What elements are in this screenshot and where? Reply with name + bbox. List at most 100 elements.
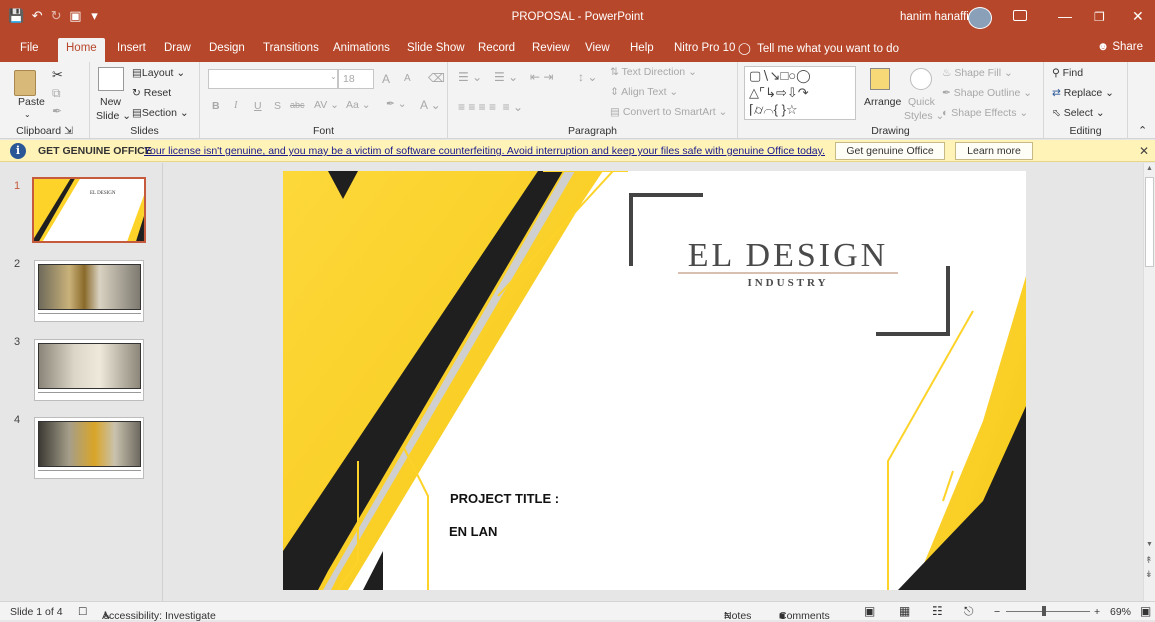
project-title-text[interactable]: PROJECT TITLE :	[450, 491, 559, 506]
italic-button[interactable]: I	[234, 100, 238, 111]
find-button[interactable]: ⚲ Find	[1052, 67, 1083, 79]
change-case-button[interactable]: Aa ⌄	[346, 99, 371, 111]
thumbnail-slide-1[interactable]: EL DESIGN	[32, 177, 146, 243]
indent-icons[interactable]: ⇤ ⇥	[530, 70, 553, 84]
font-name-dropdown-icon[interactable]: ⌄	[330, 72, 337, 81]
text-direction-button[interactable]: ⇅ Text Direction ⌄	[610, 66, 697, 78]
tab-nitro[interactable]: Nitro Pro 10	[674, 42, 735, 54]
bold-button[interactable]: B	[212, 100, 220, 112]
bullets-icon[interactable]: ☰ ⌄	[458, 70, 482, 84]
font-size-combo[interactable]: 18	[338, 69, 374, 89]
tab-animations[interactable]: Animations	[333, 42, 390, 54]
layout-button[interactable]: ▤Layout ⌄	[132, 67, 185, 79]
tab-file[interactable]: File	[20, 42, 39, 54]
tab-record[interactable]: Record	[478, 42, 515, 54]
thumbnail-slide-4[interactable]	[34, 417, 144, 479]
brand-subtitle[interactable]: INDUSTRY	[673, 277, 903, 289]
shadow-button[interactable]: S	[274, 100, 281, 112]
numbering-icon[interactable]: ☰ ⌄	[494, 70, 518, 84]
format-painter-icon[interactable]: ✒	[52, 104, 62, 118]
highlight-icon[interactable]: ✒ ⌄	[386, 98, 407, 110]
character-spacing-button[interactable]: AV ⌄	[314, 99, 339, 111]
shape-effects-button[interactable]: ◐ Shape Effects ⌄	[942, 107, 1028, 119]
select-button[interactable]: ⬁ Select ⌄	[1052, 107, 1105, 119]
align-text-button[interactable]: ⇕ Align Text ⌄	[610, 86, 678, 98]
slide-show-icon[interactable]: ⎋	[964, 604, 974, 619]
next-slide-icon[interactable]: ↡	[1145, 569, 1153, 580]
tab-help[interactable]: Help	[630, 42, 654, 54]
strikethrough-button[interactable]: abc	[290, 100, 305, 110]
new-slide-label-1[interactable]: New	[100, 96, 121, 108]
tab-slide-show[interactable]: Slide Show	[407, 42, 465, 54]
paste-button[interactable]: Paste	[18, 96, 45, 108]
quick-styles-icon[interactable]	[910, 68, 932, 90]
zoom-slider-thumb[interactable]	[1042, 606, 1046, 616]
new-slide-label-2[interactable]: Slide ⌄	[96, 110, 131, 122]
vertical-scrollbar[interactable]: ▲ ▼ ↟ ↡	[1143, 163, 1155, 601]
shape-outline-button[interactable]: ✒ Shape Outline ⌄	[942, 87, 1032, 99]
close-message-icon[interactable]: ✕	[1139, 144, 1149, 158]
zoom-in-icon[interactable]: +	[1094, 606, 1100, 618]
clear-formatting-icon[interactable]: ⌫	[428, 71, 445, 85]
shrink-font-button[interactable]: A	[404, 73, 411, 84]
spell-check-icon[interactable]: ☐	[78, 606, 87, 618]
scroll-down-icon[interactable]: ▼	[1146, 541, 1153, 548]
message-link[interactable]: Your license isn't genuine, and you may …	[144, 145, 825, 157]
dialog-launcher-icon[interactable]: ⇲	[64, 125, 73, 137]
scroll-up-icon[interactable]: ▲	[1146, 165, 1153, 172]
reading-view-icon[interactable]: ☷	[932, 604, 943, 618]
replace-button[interactable]: ⇄ Replace ⌄	[1052, 87, 1114, 99]
arrange-icon[interactable]	[870, 68, 890, 90]
zoom-out-icon[interactable]: −	[994, 606, 1000, 618]
reset-button[interactable]: ↻ Reset	[132, 87, 171, 99]
account-name[interactable]: hanim hanaffi	[900, 11, 969, 23]
subtitle-text[interactable]: EN LAN	[449, 524, 497, 539]
shape-fill-button[interactable]: ♨ Shape Fill ⌄	[942, 67, 1013, 79]
restore-icon[interactable]: ❐	[1094, 10, 1105, 24]
section-button[interactable]: ▤Section ⌄	[132, 107, 189, 119]
tab-insert[interactable]: Insert	[117, 42, 146, 54]
tab-view[interactable]: View	[585, 42, 610, 54]
cut-icon[interactable]: ✂	[52, 67, 63, 83]
quick-styles-label-2[interactable]: Styles ⌄	[904, 110, 944, 122]
previous-slide-icon[interactable]: ↟	[1145, 555, 1153, 566]
font-name-combo[interactable]	[208, 69, 338, 89]
thumbnail-slide-2[interactable]	[34, 260, 144, 322]
current-slide[interactable]: EL DESIGN INDUSTRY PROJECT TITLE : EN LA…	[283, 171, 1026, 590]
font-color-button[interactable]: A ⌄	[420, 98, 441, 112]
fit-slide-icon[interactable]: ▣	[1140, 604, 1151, 618]
brand-title[interactable]: EL DESIGN	[673, 237, 903, 275]
paste-icon[interactable]	[14, 70, 36, 96]
normal-view-icon[interactable]: ▣	[864, 604, 875, 618]
get-genuine-office-button[interactable]: Get genuine Office	[835, 142, 945, 160]
tab-review[interactable]: Review	[532, 42, 570, 54]
tab-design[interactable]: Design	[209, 42, 245, 54]
convert-smartart-button[interactable]: ▤ Convert to SmartArt ⌄	[610, 106, 727, 118]
line-spacing-icon[interactable]: ↕ ⌄	[578, 70, 597, 84]
learn-more-button[interactable]: Learn more	[955, 142, 1033, 160]
collapse-ribbon-icon[interactable]: ⌃	[1138, 124, 1147, 137]
align-icons[interactable]: ≡ ≡ ≡ ≡ ≡ ⌄	[458, 100, 523, 114]
slide-sorter-icon[interactable]: ▦	[899, 604, 910, 618]
avatar[interactable]	[968, 7, 992, 29]
tab-transitions[interactable]: Transitions	[263, 42, 319, 54]
copy-icon[interactable]: ⧉	[52, 86, 61, 101]
tell-me-search[interactable]: ◯ Tell me what you want to do	[738, 41, 899, 55]
close-icon[interactable]: ✕	[1132, 8, 1144, 25]
tab-home[interactable]: Home	[58, 38, 105, 62]
scroll-thumb[interactable]	[1145, 177, 1154, 267]
arrange-button[interactable]: Arrange	[864, 96, 901, 108]
new-slide-icon[interactable]	[98, 67, 124, 91]
zoom-level[interactable]: 69%	[1110, 606, 1131, 618]
grow-font-button[interactable]: A	[382, 72, 390, 86]
minimize-icon[interactable]: —	[1058, 8, 1072, 24]
shapes-gallery[interactable]: ▢∖↘□○◯ △⌜↳⇨⇩↷ ⌈⌭⌒{ }☆	[744, 66, 856, 120]
zoom-slider-track[interactable]	[1006, 611, 1090, 612]
thumbnail-slide-3[interactable]	[34, 339, 144, 401]
underline-button[interactable]: U	[254, 100, 262, 112]
share-button[interactable]: ☻ Share	[1097, 41, 1143, 53]
tab-draw[interactable]: Draw	[164, 42, 191, 54]
quick-styles-label-1[interactable]: Quick	[908, 96, 935, 108]
paste-dropdown-icon[interactable]: ⌄	[24, 110, 31, 119]
ribbon-display-options-icon[interactable]	[1013, 10, 1027, 21]
